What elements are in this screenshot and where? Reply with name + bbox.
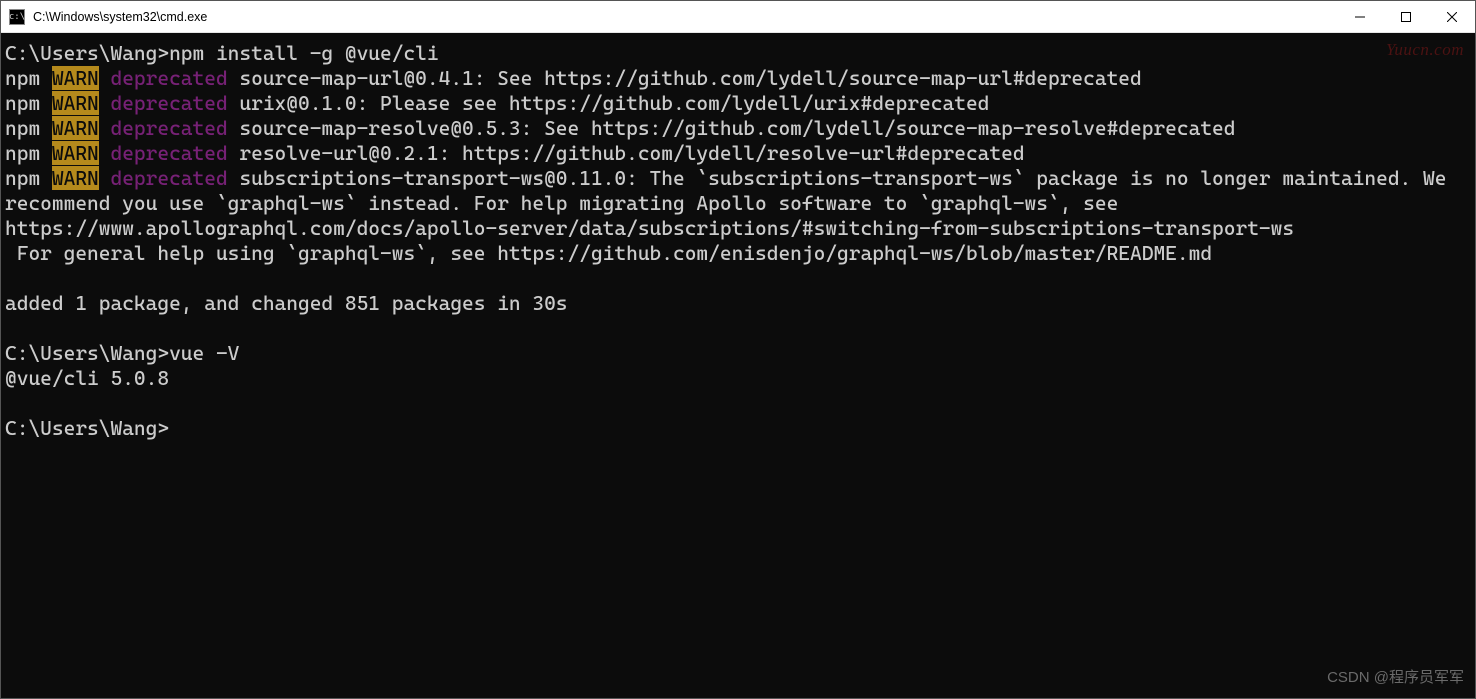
deprecated-label: deprecated <box>99 141 228 165</box>
added-line: added 1 package, and changed 851 package… <box>5 291 1471 316</box>
window-controls <box>1337 1 1475 32</box>
warn-line: npm WARN deprecated source-map-url@0.4.1… <box>5 66 1471 91</box>
npm-label: npm <box>5 91 52 115</box>
deprecated-label: deprecated <box>99 166 228 190</box>
warn-message: source-map-resolve@0.5.3: See https://gi… <box>228 116 1236 140</box>
warn-tag: WARN <box>52 66 99 90</box>
titlebar[interactable]: c:\ C:\Windows\system32\cmd.exe <box>1 1 1475 33</box>
npm-label: npm <box>5 166 52 190</box>
warn-line: npm WARN deprecated resolve-url@0.2.1: h… <box>5 141 1471 166</box>
maximize-icon <box>1401 12 1411 22</box>
minimize-button[interactable] <box>1337 1 1383 32</box>
warn-tag: WARN <box>52 91 99 115</box>
warn-message: source-map-url@0.4.1: See https://github… <box>228 66 1142 90</box>
warn-line: npm WARN deprecated source-map-resolve@0… <box>5 116 1471 141</box>
close-icon <box>1447 12 1457 22</box>
warn-tag: WARN <box>52 166 99 190</box>
blank-line <box>5 266 1471 291</box>
warn-message: urix@0.1.0: Please see https://github.co… <box>228 91 990 115</box>
deprecated-label: deprecated <box>99 116 228 140</box>
blank-line <box>5 316 1471 341</box>
maximize-button[interactable] <box>1383 1 1429 32</box>
npm-label: npm <box>5 66 52 90</box>
warn-message: resolve-url@0.2.1: https://github.com/ly… <box>228 141 1025 165</box>
minimize-icon <box>1355 12 1365 22</box>
close-button[interactable] <box>1429 1 1475 32</box>
npm-label: npm <box>5 116 52 140</box>
version-line: @vue/cli 5.0.8 <box>5 366 1471 391</box>
cmd-icon: c:\ <box>9 9 25 25</box>
watermark-top-right: Yuucn.com <box>1386 40 1464 60</box>
prompt-line: C:\Users\Wang>vue -V <box>5 341 1471 366</box>
warn-line: npm WARN deprecated urix@0.1.0: Please s… <box>5 91 1471 116</box>
watermark-bottom-right: CSDN @程序员军军 <box>1327 666 1464 687</box>
terminal-output[interactable]: C:\Users\Wang>npm install -g @vue/clinpm… <box>1 33 1475 698</box>
prompt-line: C:\Users\Wang> <box>5 416 1471 441</box>
blank-line <box>5 391 1471 416</box>
warn-tag: WARN <box>52 116 99 140</box>
warn-tag: WARN <box>52 141 99 165</box>
npm-label: npm <box>5 141 52 165</box>
prompt-line: C:\Users\Wang>npm install -g @vue/cli <box>5 41 1471 66</box>
warn-line: npm WARN deprecated subscriptions-transp… <box>5 166 1471 266</box>
app-window: c:\ C:\Windows\system32\cmd.exe C:\Users… <box>0 0 1476 699</box>
deprecated-label: deprecated <box>99 66 228 90</box>
deprecated-label: deprecated <box>99 91 228 115</box>
window-title: C:\Windows\system32\cmd.exe <box>33 10 1337 24</box>
